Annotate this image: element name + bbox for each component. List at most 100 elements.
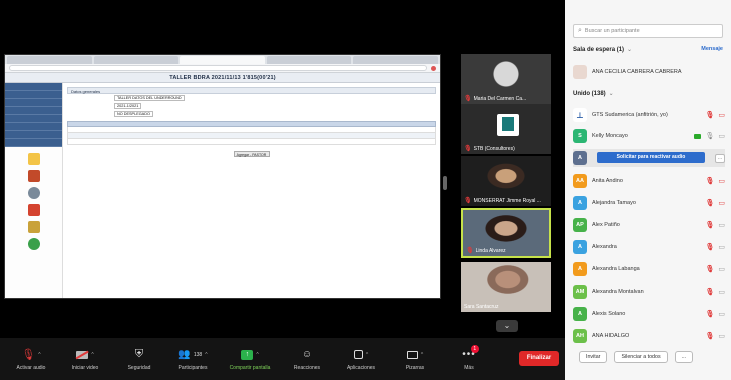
video-thumbnail[interactable]: Sara Santacruz [461, 262, 551, 312]
grid-col[interactable] [190, 122, 251, 126]
video-thumbnail-active-speaker[interactable]: 🎙 Linda Alvarez [461, 208, 551, 258]
shortcut[interactable] [27, 187, 40, 200]
mic-muted-icon: 🎙 [466, 248, 474, 254]
participant-row[interactable]: A Alexis Solano 🎙 ▭ [573, 305, 725, 323]
waiting-participant-row[interactable]: ANA CECILIA CABRERA CABRERA [573, 63, 725, 81]
grid-col[interactable] [374, 122, 435, 126]
chevron-up-icon[interactable]: ^ [91, 352, 93, 358]
browser-tab[interactable] [93, 56, 179, 64]
reactions-button[interactable]: ☺ Reacciones [280, 348, 334, 371]
shortcut[interactable] [27, 238, 40, 250]
form-value[interactable]: 2021-1/2021 [114, 103, 142, 109]
whiteboard-button[interactable]: ^ Pizarras [388, 348, 442, 371]
more-button[interactable]: ••• 1 Más [442, 344, 496, 371]
chevron-up-icon[interactable]: ^ [205, 352, 207, 358]
participant-row[interactable]: ⊥ GTS Sudamerica (anfitrión, yo) 🎙 ▭ [573, 106, 725, 124]
participant-row[interactable]: AP Alex Patiño 🎙 ▭ [573, 216, 725, 234]
end-meeting-button[interactable]: Finalizar [519, 351, 559, 366]
grid-col[interactable] [313, 122, 374, 126]
side-menu-item[interactable] [5, 123, 62, 131]
participant-row[interactable]: AH ANA HIDALGO 🎙 ▭ [573, 327, 725, 345]
side-menu-item[interactable] [5, 107, 62, 115]
grid-col[interactable] [68, 122, 129, 126]
mute-all-button[interactable]: Silenciar a todos [614, 351, 668, 363]
side-menu-item[interactable] [5, 99, 62, 107]
side-menu-item[interactable] [5, 91, 62, 99]
video-thumbnail[interactable]: 🎙 Maria Del Carmen Ca... [461, 54, 551, 104]
video-off-icon[interactable]: ▭ [718, 243, 725, 251]
grid-row[interactable] [67, 139, 436, 145]
side-menu-item[interactable] [5, 131, 62, 139]
video-off-icon[interactable]: ▭ [718, 221, 725, 229]
splitter-handle[interactable] [443, 176, 447, 190]
mic-muted-icon[interactable]: 🎙 [705, 221, 714, 229]
browser-tab[interactable] [7, 56, 92, 64]
video-off-icon[interactable]: ▭ [718, 288, 725, 296]
participants-button[interactable]: 👥 138 ^ Participantes [166, 348, 220, 371]
shared-screen[interactable]: TALLER BDRA 2021/11/13 1'815(00'21) Dato… [4, 54, 441, 299]
participant-row[interactable]: AA Anita Andino 🎙 ▭ [573, 172, 725, 190]
shortcut[interactable] [27, 204, 40, 217]
share-screen-button[interactable]: ↑ ^ Compartir pantalla [220, 348, 280, 371]
save-button[interactable]: Agregar - PASTOR [233, 151, 270, 157]
chevron-up-icon[interactable]: ^ [421, 352, 423, 358]
side-menu-item[interactable] [5, 83, 62, 91]
mic-muted-icon[interactable]: 🎙 [705, 111, 714, 119]
start-video-button[interactable]: ^ Iniciar video [58, 348, 112, 371]
more-options-button[interactable]: ... [674, 351, 694, 363]
form-value[interactable]: TALLER DATOS DEL UNDERROUND [114, 95, 185, 101]
mic-muted-icon[interactable]: 🎙 [705, 288, 714, 296]
video-off-icon[interactable]: ▭ [718, 332, 725, 340]
video-on-icon[interactable] [694, 133, 702, 139]
participant-row[interactable]: A Alejandra Tamayo 🎙 ▭ [573, 194, 725, 212]
joined-header[interactable]: Unido (138) ⌄ [573, 90, 614, 98]
video-thumbnail[interactable]: 🎙 STB (Consultores) [461, 104, 551, 154]
unmute-button[interactable]: 🎙 ^ Activar audio [4, 348, 58, 371]
chevron-down-icon[interactable]: ⌄ [496, 320, 518, 332]
shortcut[interactable] [27, 170, 40, 183]
shortcut[interactable] [27, 153, 40, 166]
chevron-up-icon[interactable]: ^ [38, 352, 40, 358]
video-icon[interactable]: ▭ [718, 132, 725, 140]
shortcut[interactable] [27, 221, 40, 234]
mic-muted-icon[interactable]: 🎙 [705, 177, 714, 185]
apps-button[interactable]: ^ Aplicaciones [334, 348, 388, 371]
video-thumbnail[interactable]: 🎙 MONSERRAT Jimme Royal ... [461, 156, 551, 206]
browser-tab[interactable] [353, 56, 438, 64]
video-off-icon[interactable]: ▭ [718, 177, 725, 185]
grid-col[interactable] [252, 122, 313, 126]
browser-tab[interactable] [180, 56, 265, 64]
participant-row[interactable]: AM Alexandra Montalvan 🎙 ▭ [573, 283, 725, 301]
participant-row[interactable]: A Alexandra 🎙 ▭ [573, 238, 725, 256]
side-menu-item[interactable] [5, 115, 62, 123]
video-off-icon[interactable]: ▭ [718, 199, 725, 207]
chevron-up-icon[interactable]: ^ [256, 352, 258, 358]
mic-muted-icon[interactable]: 🎙 [705, 332, 714, 340]
more-options-button[interactable]: … [715, 153, 725, 163]
ask-to-unmute-button[interactable]: Solicitar para reactivar audio [597, 152, 705, 163]
participant-row[interactable]: S Kelly Moncayo 🎙 ▭ [573, 127, 725, 145]
waiting-room-message-button[interactable]: Mensaje [701, 46, 723, 52]
app-body: Datos generales TALLER DATOS DEL UNDERRO… [5, 83, 440, 298]
participant-search-input[interactable]: ⌕ Buscar un participante [573, 24, 723, 38]
video-off-icon[interactable]: ▭ [718, 265, 725, 273]
security-button[interactable]: ⛨ Seguridad [112, 348, 166, 371]
form-select[interactable]: NO DESPLEGADO [114, 111, 153, 117]
waiting-room-header[interactable]: Sala de espera (1) ⌄ [573, 46, 632, 54]
browser-tab[interactable] [266, 56, 352, 64]
video-off-icon[interactable]: ▭ [718, 111, 725, 119]
browser-extension-icon[interactable] [431, 65, 436, 71]
mic-icon[interactable]: 🎙 [705, 132, 714, 140]
participant-row[interactable]: A Alexandra Labanga 🎙 ▭ [573, 260, 725, 278]
grid-col[interactable] [129, 122, 190, 126]
mic-muted-icon[interactable]: 🎙 [705, 199, 714, 207]
invite-button[interactable]: Invitar [579, 351, 608, 363]
browser-url[interactable] [9, 65, 427, 71]
mic-muted-icon[interactable]: 🎙 [705, 243, 714, 251]
chevron-up-icon[interactable]: ^ [366, 352, 368, 358]
notification-badge: 1 [470, 344, 479, 353]
side-menu-item[interactable] [5, 139, 62, 147]
video-off-icon[interactable]: ▭ [718, 310, 725, 318]
mic-muted-icon[interactable]: 🎙 [705, 310, 714, 318]
mic-muted-icon[interactable]: 🎙 [705, 265, 714, 273]
